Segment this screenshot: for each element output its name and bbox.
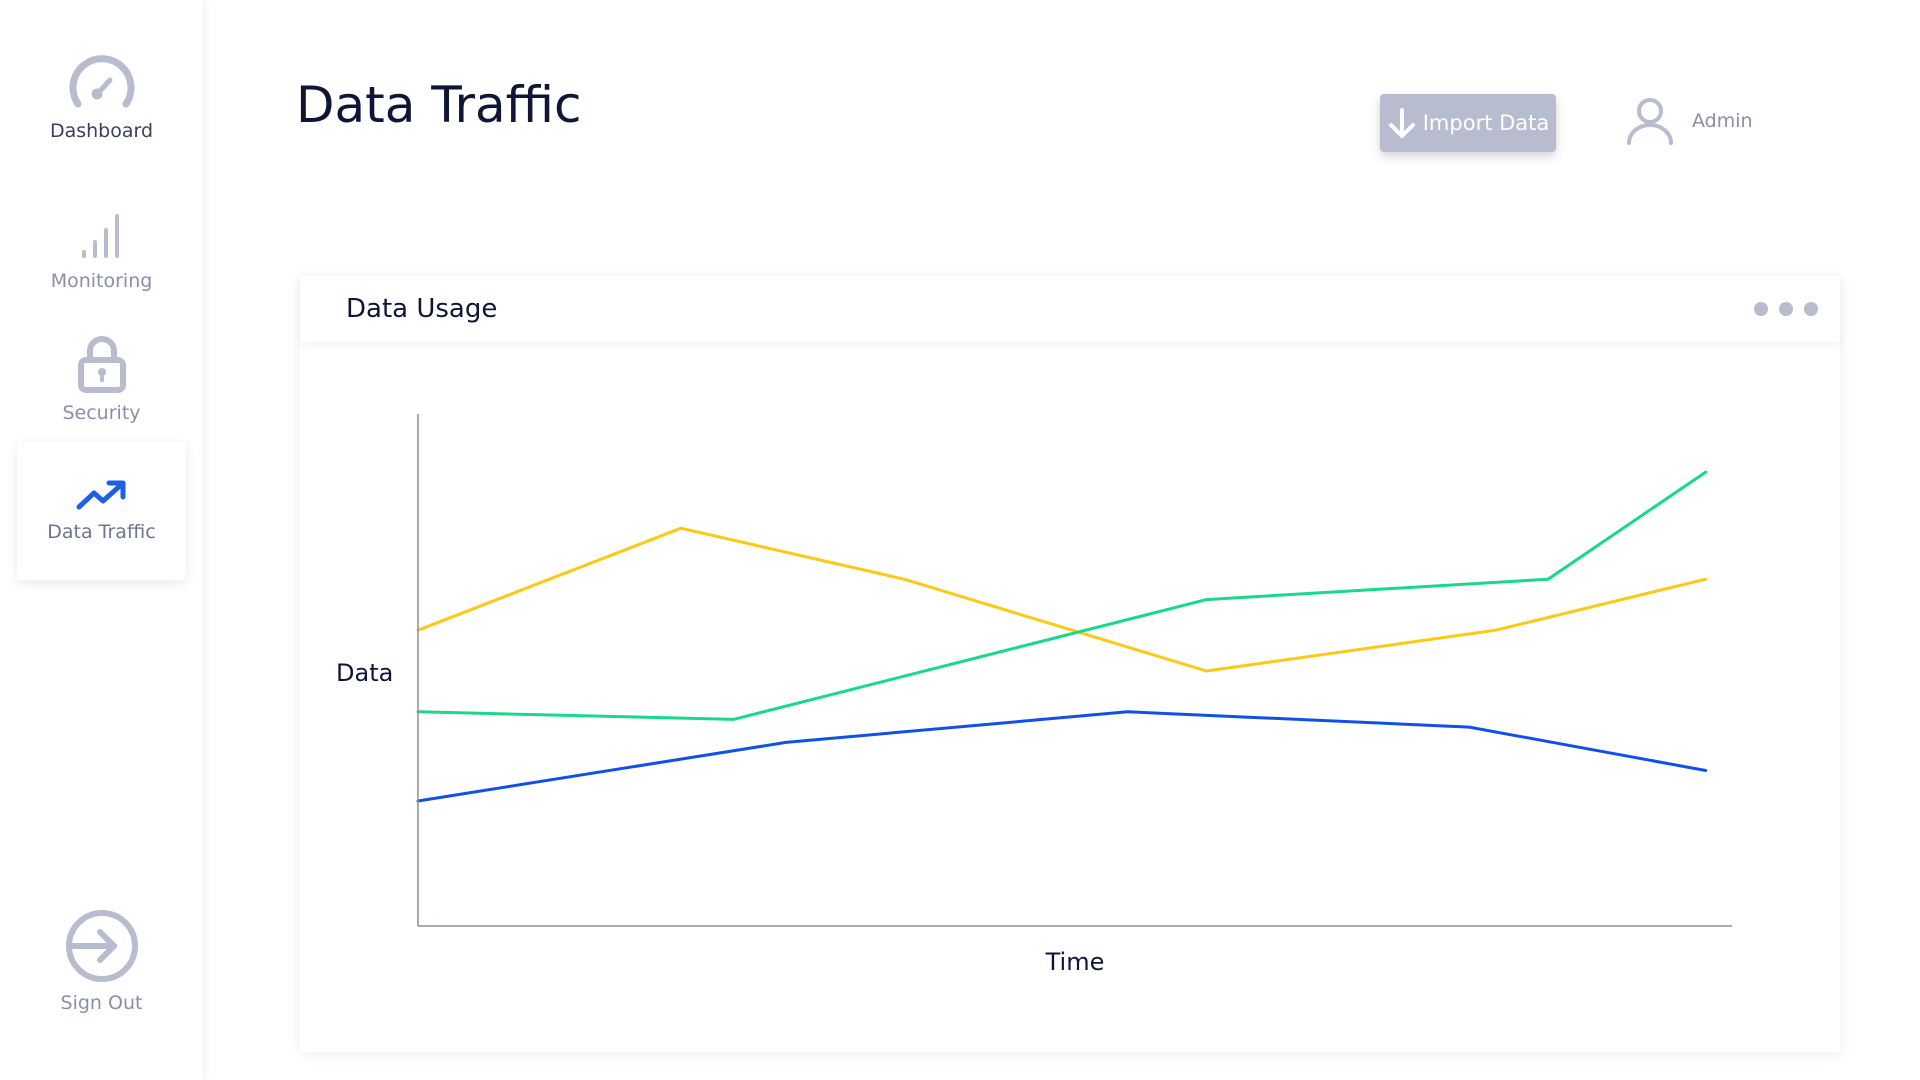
data-usage-chart: Data Time <box>336 414 1732 976</box>
sidebar: Dashboard Monitoring Security Data Traff… <box>0 0 203 1080</box>
page-title: Data Traffic <box>296 76 582 134</box>
series-line-2 <box>416 710 1708 803</box>
sidebar-item-security[interactable]: Security <box>17 334 186 424</box>
series-line-1 <box>416 470 1708 721</box>
more-options-button[interactable] <box>1752 296 1820 322</box>
y-axis-label: Data <box>336 659 393 687</box>
sign-out-label: Sign Out <box>60 992 143 1014</box>
signal-bars-icon <box>81 214 119 258</box>
sign-in-arrow-icon <box>65 910 138 982</box>
x-axis-label: Time <box>1045 948 1105 976</box>
more-horizontal-icon <box>1754 302 1768 316</box>
trending-up-icon <box>76 480 125 510</box>
user-menu[interactable]: Admin <box>1626 96 1753 146</box>
card-title: Data Usage <box>346 294 498 324</box>
lock-icon <box>77 336 126 393</box>
import-data-label: Import Data <box>1422 111 1550 135</box>
user-icon <box>1627 98 1673 145</box>
card-header: Data Usage <box>300 276 1840 342</box>
app-window: Dashboard Monitoring Security Data Traff… <box>0 0 1920 1080</box>
sidebar-item-label: Monitoring <box>50 270 153 292</box>
more-horizontal-icon <box>1779 302 1793 316</box>
sidebar-item-label: Dashboard <box>49 120 154 142</box>
series-line-0 <box>416 526 1708 673</box>
data-usage-card: Data Time Data Usage <box>300 276 1840 1052</box>
sign-out-button[interactable]: Sign Out <box>17 908 186 1014</box>
arrow-down-icon <box>1388 108 1415 138</box>
sidebar-item-data-traffic[interactable]: Data Traffic <box>17 442 186 580</box>
sidebar-item-label: Data Traffic <box>47 521 156 543</box>
more-horizontal-icon <box>1804 302 1818 316</box>
user-name: Admin <box>1692 110 1753 132</box>
sidebar-item-label: Security <box>62 402 141 424</box>
sidebar-item-monitoring[interactable]: Monitoring <box>17 210 186 292</box>
gauge-icon <box>69 55 134 108</box>
import-data-button[interactable]: Import Data <box>1380 94 1556 152</box>
sidebar-item-dashboard[interactable]: Dashboard <box>17 52 186 142</box>
